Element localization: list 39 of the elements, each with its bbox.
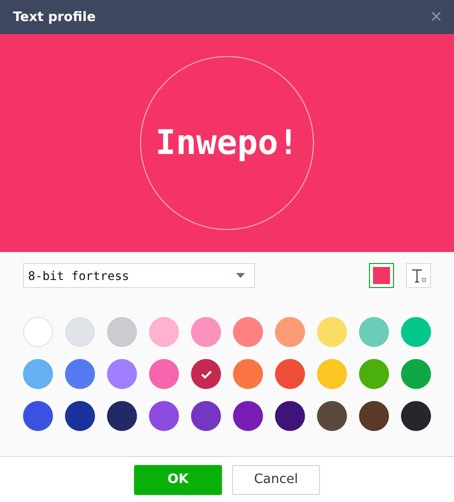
color-swatch[interactable] bbox=[65, 359, 95, 389]
font-dropdown[interactable]: 8-bit fortress bbox=[23, 263, 255, 288]
color-swatch[interactable] bbox=[23, 317, 53, 347]
color-swatch[interactable] bbox=[359, 401, 389, 431]
color-swatch[interactable] bbox=[191, 359, 221, 389]
color-swatch[interactable] bbox=[149, 401, 179, 431]
color-swatch[interactable] bbox=[107, 317, 137, 347]
color-swatch[interactable] bbox=[107, 359, 137, 389]
color-swatch[interactable] bbox=[191, 401, 221, 431]
color-swatch[interactable] bbox=[23, 359, 53, 389]
color-swatch[interactable] bbox=[359, 317, 389, 347]
window-title: Text profile bbox=[13, 10, 96, 24]
color-swatch[interactable] bbox=[317, 401, 347, 431]
color-swatch[interactable] bbox=[191, 317, 221, 347]
color-swatch[interactable] bbox=[149, 317, 179, 347]
color-swatch[interactable] bbox=[233, 401, 263, 431]
cancel-button[interactable]: Cancel bbox=[232, 464, 320, 494]
caret-icon bbox=[236, 273, 245, 278]
color-swatch[interactable] bbox=[233, 359, 263, 389]
color-button[interactable] bbox=[369, 263, 394, 288]
preview-text: Inwepo! bbox=[155, 123, 299, 163]
color-swatch[interactable] bbox=[233, 317, 263, 347]
color-swatch[interactable] bbox=[275, 317, 305, 347]
color-swatch[interactable] bbox=[401, 317, 431, 347]
color-swatch[interactable] bbox=[149, 359, 179, 389]
color-swatch[interactable] bbox=[23, 401, 53, 431]
color-swatch[interactable] bbox=[275, 401, 305, 431]
text-style-icon bbox=[410, 268, 426, 284]
check-icon bbox=[200, 370, 212, 378]
color-swatch[interactable] bbox=[107, 401, 137, 431]
color-swatch[interactable] bbox=[359, 359, 389, 389]
color-swatch[interactable] bbox=[65, 401, 95, 431]
color-swatch[interactable] bbox=[401, 359, 431, 389]
color-swatch[interactable] bbox=[317, 359, 347, 389]
text-style-button[interactable] bbox=[406, 263, 431, 288]
color-swatch[interactable] bbox=[317, 317, 347, 347]
color-swatch[interactable] bbox=[65, 317, 95, 347]
color-swatch[interactable] bbox=[275, 359, 305, 389]
color-swatch[interactable] bbox=[401, 401, 431, 431]
